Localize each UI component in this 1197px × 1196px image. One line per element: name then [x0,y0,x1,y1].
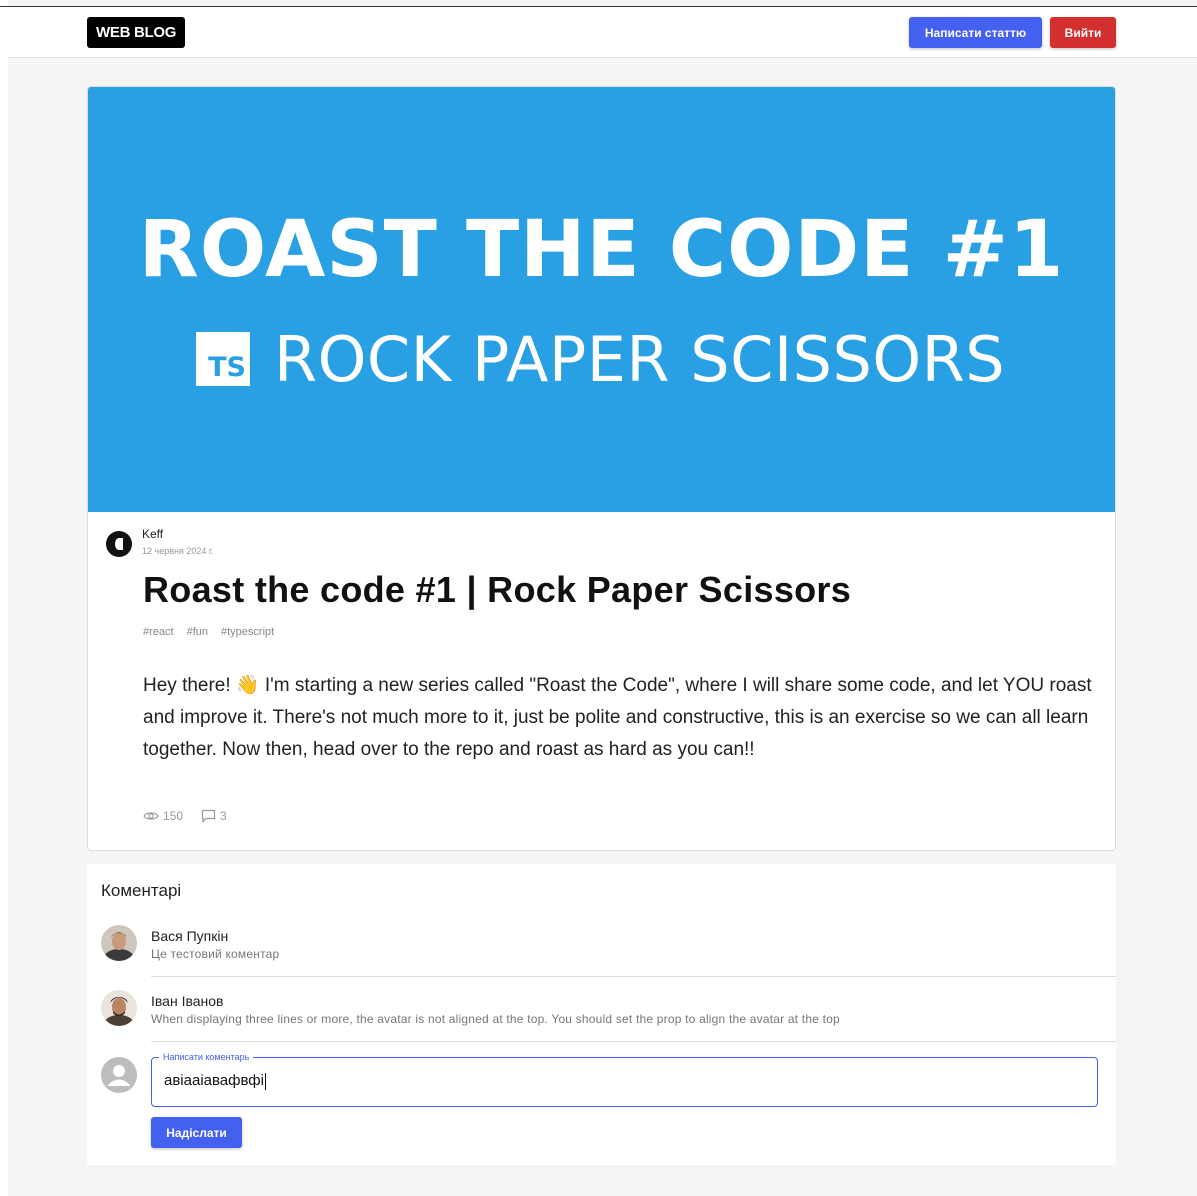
comment-text: When displaying three lines or more, the… [151,1012,840,1026]
views-count: 150 [163,809,184,823]
text-caret [264,1072,266,1090]
post-stats: 150 3 [143,809,227,823]
comment-author[interactable]: Іван Іванов [151,993,224,1009]
divider [151,976,1116,977]
views-stat: 150 [143,809,183,823]
user-photo-icon [101,925,137,961]
post-tags: #react #fun #typescript [143,626,274,638]
comments-section: Коментарі Вася Пупкін Це тестовий комент… [87,864,1116,1165]
comment-input-label: Написати коментарь [159,1052,254,1062]
user-icon [108,1065,130,1086]
tag[interactable]: #react [143,626,174,638]
author-name[interactable]: Keff [142,527,163,541]
tag[interactable]: #fun [187,626,208,638]
comment-author[interactable]: Вася Пупкін [151,928,228,944]
comments-stat: 3 [201,809,227,823]
user-photo-icon [101,990,137,1026]
post-banner-image: ROAST THE CODE #1 TS ROCK PAPER SCISSORS [88,87,1115,512]
comment-icon [201,809,216,823]
window-edge [0,0,8,1196]
comments-count: 3 [220,809,227,823]
send-comment-button[interactable]: Надіслати [151,1117,242,1148]
banner-title: ROAST THE CODE #1 [138,205,1065,295]
comment-text: Це тестовий коментар [151,947,280,961]
eye-icon [143,812,159,820]
logout-button[interactable]: Вийти [1050,17,1116,48]
comment-input-value[interactable]: авіааіавафвфі [164,1072,266,1090]
current-user-avatar [101,1057,137,1093]
typescript-logo-icon: TS [196,332,250,386]
avatar[interactable] [101,990,137,1026]
post-card: ROAST THE CODE #1 TS ROCK PAPER SCISSORS… [87,86,1116,851]
divider [151,1041,1116,1042]
write-article-button[interactable]: Написати статтю [909,17,1042,48]
author-avatar[interactable] [106,531,132,557]
comments-heading: Коментарі [101,881,182,900]
tag[interactable]: #typescript [221,626,274,638]
post-body: Hey there! 👋 I'm starting a new series c… [143,675,1092,760]
app-header: WEB BLOG Написати статтю Вийти [8,7,1197,58]
banner-subtitle-row: TS ROCK PAPER SCISSORS [196,323,1005,396]
banner-subtitle: ROCK PAPER SCISSORS [274,322,1006,396]
post-title: Roast the code #1 | Rock Paper Scissors [143,569,852,610]
post-date: 12 червня 2024 г. [142,546,214,556]
logo[interactable]: WEB BLOG [87,17,186,48]
comment-input[interactable] [151,1057,1098,1107]
avatar[interactable] [101,925,137,961]
